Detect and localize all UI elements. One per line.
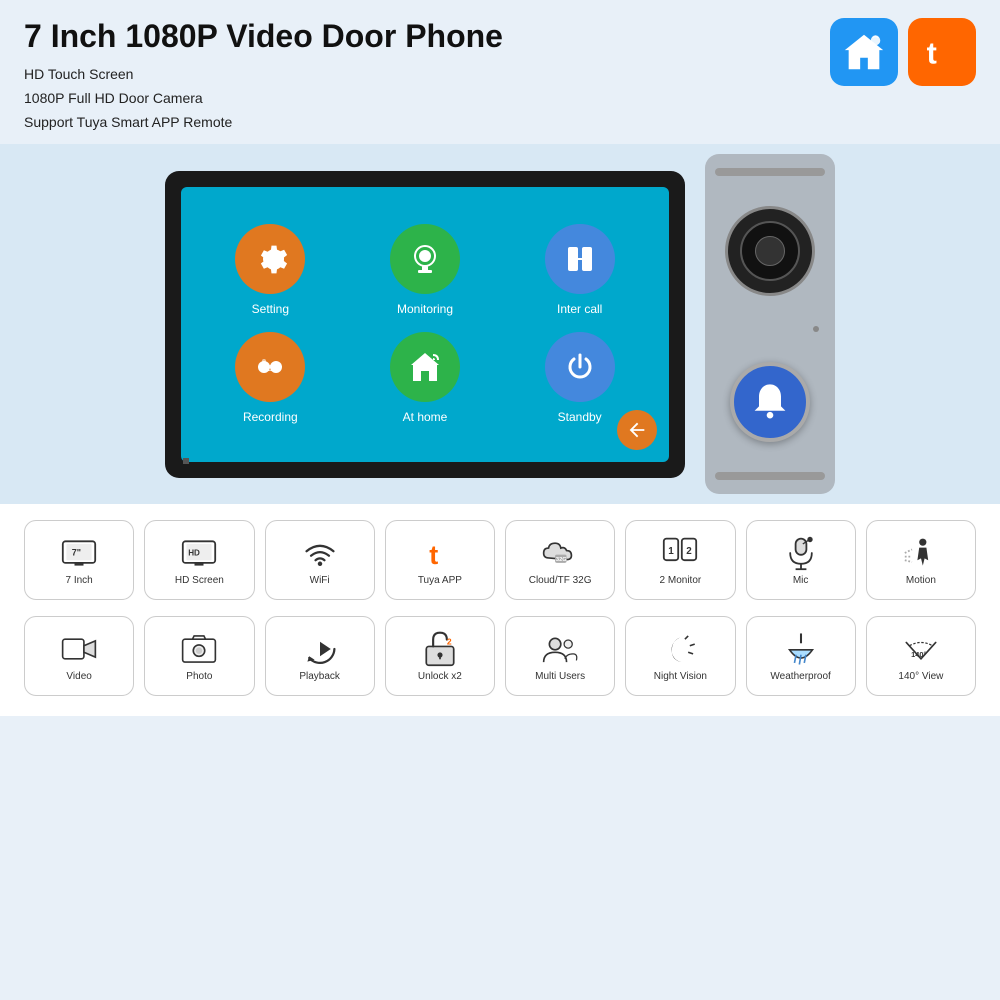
monitor: Setting Monitoring Inter call	[165, 171, 685, 478]
feature-users-label: Multi Users	[535, 671, 585, 682]
feature-row-1: 7" 7 Inch HD HD Screen WiFi t Tuya APP	[0, 504, 1000, 608]
lens-core	[755, 236, 785, 266]
feature-tuya-label: Tuya APP	[418, 575, 462, 586]
svg-text:t: t	[429, 540, 438, 570]
feature-mic-label: Mic	[793, 575, 809, 586]
recording-label: Recording	[243, 410, 298, 424]
monitoring-icon-item[interactable]: Monitoring	[356, 224, 495, 316]
lens-inner	[740, 221, 800, 281]
feature-7inch: 7" 7 Inch	[24, 520, 134, 600]
feature-users: Multi Users	[505, 616, 615, 696]
svg-text:t: t	[927, 37, 937, 71]
athome-label: At home	[403, 410, 448, 424]
feature-cloud32g: 32G Cloud/TF 32G	[505, 520, 615, 600]
feature-video: Video	[24, 616, 134, 696]
monitoring-icon	[390, 224, 460, 294]
feature-7inch-label: 7 Inch	[66, 575, 93, 586]
svg-text:32G: 32G	[556, 557, 567, 563]
feature-dual: 1 2 2 Monitor	[625, 520, 735, 600]
bell-button[interactable]	[730, 362, 810, 442]
athome-icon-item[interactable]: At home	[356, 332, 495, 424]
camera-lens	[725, 206, 815, 296]
doorbell-top-strip	[715, 168, 825, 176]
screen: Setting Monitoring Inter call	[181, 187, 669, 462]
doorbell	[705, 154, 835, 494]
standby-icon-item[interactable]: Standby	[510, 332, 649, 424]
feature-playback: Playback	[265, 616, 375, 696]
feature-hd-label: HD Screen	[175, 575, 224, 586]
intercall-label: Inter call	[557, 302, 602, 316]
feature-tuya: t Tuya APP	[385, 520, 495, 600]
setting-icon-item[interactable]: Setting	[201, 224, 340, 316]
smartlife-icon	[830, 18, 898, 86]
feature-weather: Weatherproof	[746, 616, 856, 696]
svg-text:7": 7"	[72, 548, 81, 558]
feature-photo-label: Photo	[186, 671, 212, 682]
feature-wifi: WiFi	[265, 520, 375, 600]
feature-night-label: Night Vision	[654, 671, 707, 682]
brand-icons: t	[830, 18, 976, 86]
svg-text:2: 2	[447, 637, 452, 647]
feature-video-label: Video	[66, 671, 91, 682]
setting-icon	[235, 224, 305, 294]
ir-led	[813, 326, 819, 332]
standby-icon	[545, 332, 615, 402]
feature-motion: Motion	[866, 520, 976, 600]
feature-row-2: Video Photo Playback 2 Unlock x2	[0, 608, 1000, 716]
feature-dual-label: 2 Monitor	[660, 575, 702, 586]
svg-text:2: 2	[687, 546, 693, 557]
doorbell-bottom-strip	[715, 472, 825, 480]
header-section: 7 Inch 1080P Video Door Phone HD Touch S…	[0, 0, 1000, 144]
svg-text:1: 1	[669, 546, 675, 557]
tuya-icon: t	[908, 18, 976, 86]
feature-weather-label: Weatherproof	[770, 671, 830, 682]
athome-icon	[390, 332, 460, 402]
feature-night: Night Vision	[625, 616, 735, 696]
monitoring-label: Monitoring	[397, 302, 453, 316]
feature-cloud-label: Cloud/TF 32G	[529, 575, 592, 586]
feature-mic: Mic	[746, 520, 856, 600]
setting-label: Setting	[252, 302, 289, 316]
product-section: Setting Monitoring Inter call	[0, 144, 1000, 504]
feature-hd: HD HD Screen	[144, 520, 254, 600]
standby-label: Standby	[558, 410, 602, 424]
intercall-icon-item[interactable]: Inter call	[510, 224, 649, 316]
feature-2: 1080P Full HD Door Camera	[24, 87, 976, 111]
feature-wifi-label: WiFi	[310, 575, 330, 586]
feature-playback-label: Playback	[299, 671, 340, 682]
feature-angle-label: 140° View	[898, 671, 943, 682]
svg-text:140°: 140°	[911, 650, 926, 659]
feature-angle: 140° 140° View	[866, 616, 976, 696]
svg-text:HD: HD	[189, 549, 201, 558]
mic-dot	[183, 458, 189, 464]
recording-icon: REC	[235, 332, 305, 402]
feature-3: Support Tuya Smart APP Remote	[24, 111, 976, 135]
feature-unlock: 2 Unlock x2	[385, 616, 495, 696]
feature-motion-label: Motion	[906, 575, 936, 586]
feature-photo: Photo	[144, 616, 254, 696]
svg-text:REC: REC	[262, 364, 279, 373]
recording-icon-item[interactable]: REC Recording	[201, 332, 340, 424]
intercall-icon	[545, 224, 615, 294]
icon-grid: Setting Monitoring Inter call	[201, 224, 649, 424]
feature-unlock-label: Unlock x2	[418, 671, 462, 682]
back-button[interactable]	[617, 410, 657, 450]
